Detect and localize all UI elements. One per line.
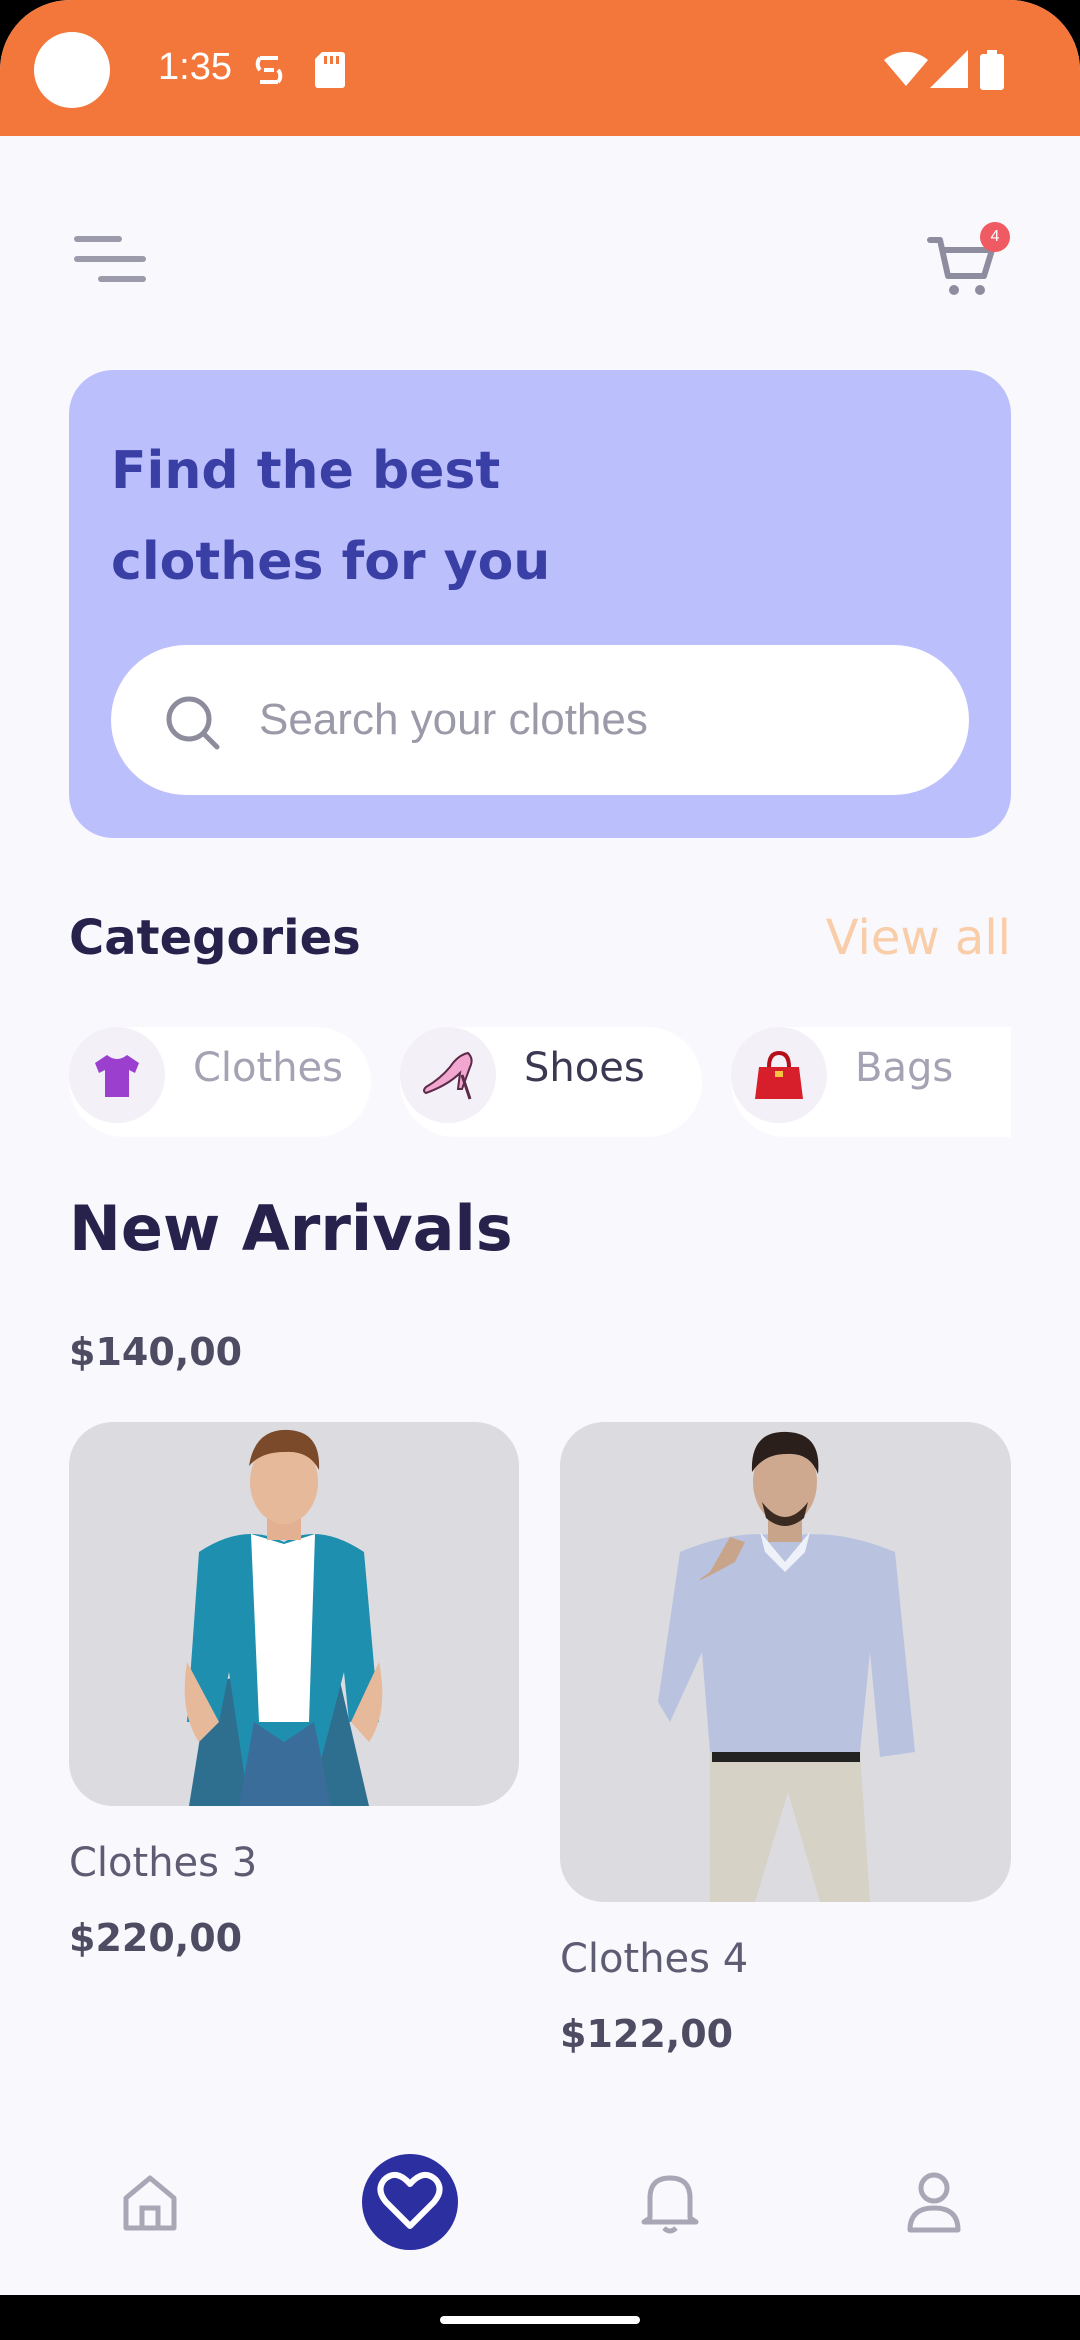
status-time: 1:35	[158, 46, 232, 88]
product-price: $220,00	[69, 1916, 243, 1960]
heart-icon	[377, 2171, 443, 2229]
app-screen: 1:35 4 Find the best clothes for you Sea…	[0, 0, 1080, 2340]
category-icon-bg	[400, 1027, 496, 1123]
product-price: $140,00	[69, 1330, 243, 1374]
category-chip-shoes[interactable]: Shoes	[400, 1027, 702, 1137]
status-bar: 1:35	[0, 0, 1080, 136]
tshirt-icon	[95, 1055, 139, 1097]
cart-badge: 4	[980, 222, 1010, 252]
new-arrivals-title: New Arrivals	[69, 1192, 513, 1265]
search-box[interactable]	[111, 645, 969, 795]
view-all-link[interactable]: View all	[826, 910, 1011, 966]
product-name: Clothes 4	[560, 1936, 749, 1982]
product-card-clothes-3[interactable]	[69, 1422, 519, 1806]
category-label: Clothes	[193, 1045, 343, 1091]
sd-card-icon	[315, 52, 345, 88]
product-price: $122,00	[560, 2012, 734, 2056]
category-chip-bags[interactable]: Bags	[731, 1027, 1011, 1137]
signal-icon	[930, 50, 968, 88]
product-image	[184, 1429, 383, 1806]
hero-banner: Find the best clothes for you	[69, 370, 1011, 838]
category-label: Bags	[855, 1045, 954, 1091]
bottom-navigation	[0, 2140, 1080, 2300]
product-image	[658, 1431, 915, 1902]
product-card-clothes-4[interactable]	[560, 1422, 1011, 1902]
favorites-nav-button[interactable]	[362, 2154, 458, 2250]
category-icon-bg	[731, 1027, 827, 1123]
wifi-icon	[884, 51, 928, 86]
category-label: Shoes	[524, 1045, 645, 1091]
menu-icon[interactable]	[72, 232, 148, 288]
gesture-handle[interactable]	[440, 2316, 640, 2324]
category-chip-clothes[interactable]: Clothes	[69, 1027, 371, 1137]
handbag-icon	[755, 1050, 803, 1099]
hero-title: Find the best clothes for you	[111, 426, 711, 608]
categories-title: Categories	[69, 910, 361, 966]
product-name: Clothes 3	[69, 1840, 258, 1886]
hero-title-line-2: clothes for you	[111, 532, 551, 592]
search-input[interactable]	[259, 675, 939, 765]
high-heel-icon	[423, 1051, 473, 1100]
sync-icon	[255, 56, 283, 84]
battery-icon	[980, 50, 1004, 90]
category-icon-bg	[69, 1027, 165, 1123]
home-icon[interactable]	[118, 2170, 182, 2234]
search-icon	[166, 696, 220, 750]
user-icon[interactable]	[902, 2168, 966, 2236]
hero-title-line-1: Find the best	[111, 441, 501, 501]
camera-cutout	[34, 32, 110, 108]
bell-icon[interactable]	[638, 2168, 702, 2236]
